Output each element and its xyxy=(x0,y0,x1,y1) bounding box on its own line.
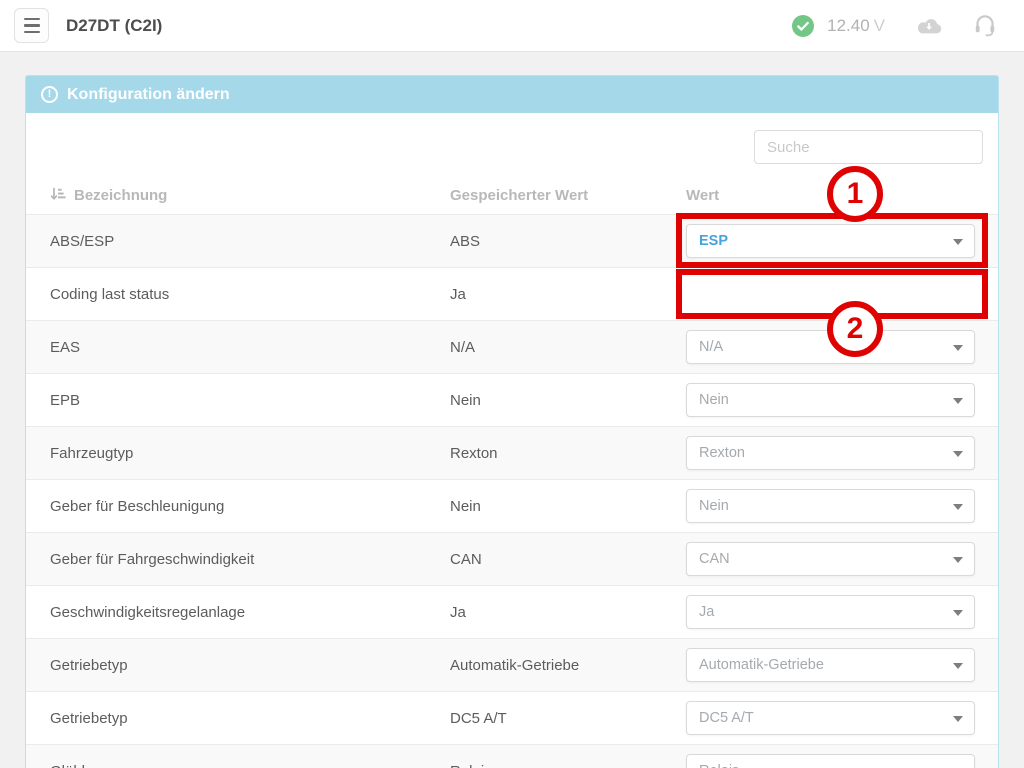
table-row: Glühkerze Relais Relais xyxy=(26,745,998,768)
caret-down-icon xyxy=(953,716,963,722)
dropdown-selected-value: Rexton xyxy=(699,445,745,461)
value-dropdown[interactable]: ESP xyxy=(686,224,975,258)
row-label: Geber für Beschleunigung xyxy=(26,498,450,515)
dropdown-selected-value: N/A xyxy=(699,339,723,355)
value-dropdown[interactable]: Ja xyxy=(686,595,975,629)
saved-value: CAN xyxy=(450,551,686,568)
hamburger-menu-button[interactable] xyxy=(14,8,49,43)
caret-down-icon xyxy=(953,398,963,404)
topbar-status-area: 12.40V xyxy=(792,14,996,37)
table-row: Getriebetyp DC5 A/T DC5 A/T xyxy=(26,692,998,745)
saved-value: DC5 A/T xyxy=(450,710,686,727)
row-label: EAS xyxy=(26,339,450,356)
row-label: Fahrzeugtyp xyxy=(26,445,450,462)
row-label: Getriebetyp xyxy=(26,657,450,674)
caret-down-icon xyxy=(953,451,963,457)
caret-down-icon xyxy=(953,504,963,510)
header-bezeichnung-label: Bezeichnung xyxy=(74,187,167,204)
header-wert[interactable]: Wert xyxy=(686,187,998,204)
battery-voltage: 12.40V xyxy=(827,16,885,36)
voltage-unit: V xyxy=(874,16,885,35)
table-row: ABS/ESP ABS ESP xyxy=(26,215,998,268)
saved-value: ABS xyxy=(450,233,686,250)
table-row: Fahrzeugtyp Rexton Rexton xyxy=(26,427,998,480)
saved-value: Nein xyxy=(450,392,686,409)
dropdown-selected-value: Nein xyxy=(699,392,729,408)
table-row: EPB Nein Nein xyxy=(26,374,998,427)
saved-value: Rexton xyxy=(450,445,686,462)
table-header-row: Bezeichnung Gespeicherter Wert Wert xyxy=(26,176,998,215)
table-row: Geber für Beschleunigung Nein Nein xyxy=(26,480,998,533)
header-gespeicherter-wert[interactable]: Gespeicherter Wert xyxy=(450,187,686,204)
headset-support-icon[interactable] xyxy=(974,14,996,37)
value-dropdown[interactable]: DC5 A/T xyxy=(686,701,975,735)
saved-value: Ja xyxy=(450,286,686,303)
value-dropdown[interactable]: Rexton xyxy=(686,436,975,470)
dropdown-selected-value: ESP xyxy=(699,233,728,249)
sort-amount-icon[interactable] xyxy=(50,187,66,203)
alert-info-icon xyxy=(41,86,58,103)
app-window: D27DT (C2I) 12.40V xyxy=(0,0,1024,768)
row-label: Geber für Fahrgeschwindigkeit xyxy=(26,551,450,568)
connection-ok-icon xyxy=(792,15,814,37)
caret-down-icon xyxy=(953,345,963,351)
value-dropdown[interactable]: Nein xyxy=(686,489,975,523)
table-row: Coding last status Ja xyxy=(26,268,998,321)
row-label: Geschwindigkeitsregelanlage xyxy=(26,604,450,621)
dropdown-selected-value: Automatik-Getriebe xyxy=(699,657,824,673)
value-dropdown[interactable]: Automatik-Getriebe xyxy=(686,648,975,682)
table-row: EAS N/A N/A xyxy=(26,321,998,374)
dropdown-selected-value: Nein xyxy=(699,498,729,514)
dropdown-selected-value: CAN xyxy=(699,551,730,567)
dropdown-selected-value: Ja xyxy=(699,604,714,620)
topbar: D27DT (C2I) 12.40V xyxy=(0,0,1024,52)
panel-header: Konfiguration ändern xyxy=(26,76,998,113)
search-row xyxy=(26,113,998,176)
saved-value: N/A xyxy=(450,339,686,356)
caret-down-icon xyxy=(953,663,963,669)
row-label: Coding last status xyxy=(26,286,450,303)
value-dropdown[interactable]: N/A xyxy=(686,330,975,364)
row-label: ABS/ESP xyxy=(26,233,450,250)
table-body: ABS/ESP ABS ESP Coding last status Ja EA… xyxy=(26,215,998,768)
value-dropdown[interactable]: CAN xyxy=(686,542,975,576)
value-dropdown[interactable]: Relais xyxy=(686,754,975,768)
configuration-panel: Konfiguration ändern Bezeichnung Gespeic… xyxy=(25,75,999,768)
table-row: Getriebetyp Automatik-Getriebe Automatik… xyxy=(26,639,998,692)
caret-down-icon xyxy=(953,610,963,616)
page-title: D27DT (C2I) xyxy=(66,16,162,36)
saved-value: Automatik-Getriebe xyxy=(450,657,686,674)
saved-value: Relais xyxy=(450,763,686,768)
table-row: Geschwindigkeitsregelanlage Ja Ja xyxy=(26,586,998,639)
hamburger-icon xyxy=(24,18,40,21)
value-dropdown[interactable]: Nein xyxy=(686,383,975,417)
cloud-download-icon[interactable] xyxy=(916,17,942,35)
saved-value: Nein xyxy=(450,498,686,515)
search-input[interactable] xyxy=(754,130,983,164)
saved-value: Ja xyxy=(450,604,686,621)
panel-title: Konfiguration ändern xyxy=(67,86,230,104)
row-label: Glühkerze xyxy=(26,763,450,768)
header-bezeichnung[interactable]: Bezeichnung xyxy=(26,187,450,204)
caret-down-icon xyxy=(953,239,963,245)
dropdown-selected-value: Relais xyxy=(699,763,739,768)
table-row: Geber für Fahrgeschwindigkeit CAN CAN xyxy=(26,533,998,586)
dropdown-selected-value: DC5 A/T xyxy=(699,710,754,726)
caret-down-icon xyxy=(953,557,963,563)
row-label: EPB xyxy=(26,392,450,409)
row-label: Getriebetyp xyxy=(26,710,450,727)
